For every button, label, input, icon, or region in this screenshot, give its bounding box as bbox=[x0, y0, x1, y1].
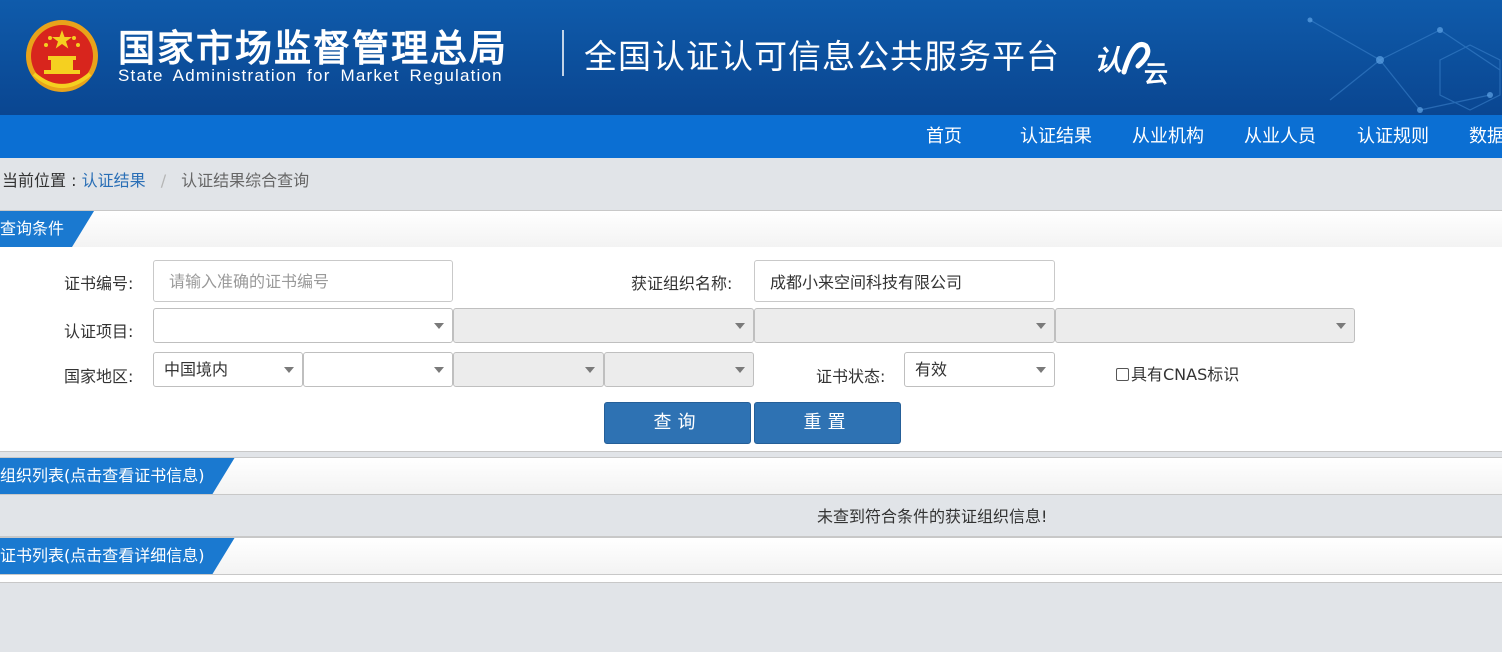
org-list-empty-row: 未查到符合条件的获证组织信息! bbox=[0, 497, 1502, 537]
cert-list-title: 证书列表(点击查看详细信息) bbox=[0, 538, 235, 574]
org-name-label: 获证组织名称: bbox=[631, 274, 733, 293]
reset-button[interactable]: 重置 bbox=[754, 402, 901, 444]
breadcrumb-separator: / bbox=[160, 171, 167, 190]
org-name-input[interactable] bbox=[754, 260, 1055, 302]
chevron-down-icon bbox=[735, 367, 745, 373]
main-nav: 首页 认证结果 从业机构 从业人员 认证规则 数据 bbox=[0, 115, 1502, 158]
chevron-down-icon bbox=[434, 323, 444, 329]
search-button[interactable]: 查询 bbox=[604, 402, 751, 444]
project-label: 认证项目: bbox=[64, 322, 134, 341]
cnas-label: 具有CNAS标识 bbox=[1131, 365, 1240, 384]
site-header: 国家市场监督管理总局 State Administration for Mark… bbox=[0, 0, 1502, 115]
chevron-down-icon bbox=[1336, 323, 1346, 329]
cert-no-input[interactable] bbox=[153, 260, 453, 302]
org-list-title: 组织列表(点击查看证书信息) bbox=[0, 458, 235, 494]
chevron-down-icon bbox=[1036, 367, 1046, 373]
org-list-empty-message: 未查到符合条件的获证组织信息! bbox=[817, 507, 1048, 526]
region-select-3[interactable] bbox=[453, 352, 604, 387]
status-select[interactable]: 有效 bbox=[904, 352, 1055, 387]
chevron-down-icon bbox=[735, 323, 745, 329]
chevron-down-icon bbox=[585, 367, 595, 373]
nav-item-personnel[interactable]: 从业人员 bbox=[1244, 115, 1316, 158]
breadcrumb-current: 认证结果综合查询 bbox=[181, 171, 310, 190]
header-divider bbox=[562, 30, 564, 76]
region-select-1-value: 中国境内 bbox=[164, 360, 229, 379]
project-select-3[interactable] bbox=[754, 308, 1055, 343]
cnas-checkbox[interactable]: 具有CNAS标识 bbox=[1116, 361, 1239, 385]
project-select-4[interactable] bbox=[1055, 308, 1355, 343]
platform-title: 全国认证认可信息公共服务平台 bbox=[584, 37, 1060, 76]
chevron-down-icon bbox=[434, 367, 444, 373]
breadcrumb-link-cert-results[interactable]: 认证结果 bbox=[82, 171, 146, 190]
project-select-1[interactable] bbox=[153, 308, 453, 343]
nav-item-institutions[interactable]: 从业机构 bbox=[1132, 115, 1204, 158]
region-select-2[interactable] bbox=[303, 352, 453, 387]
breadcrumb-prefix: 当前位置 : bbox=[2, 171, 77, 190]
org-list-header: 组织列表(点击查看证书信息) bbox=[0, 457, 1502, 495]
region-select-4[interactable] bbox=[604, 352, 754, 387]
agency-name-en: State Administration for Market Regulati… bbox=[118, 66, 503, 85]
status-label: 证书状态: bbox=[816, 367, 886, 386]
region-select-1[interactable]: 中国境内 bbox=[153, 352, 303, 387]
project-select-2[interactable] bbox=[453, 308, 754, 343]
svg-text:认: 认 bbox=[1094, 44, 1122, 77]
cert-no-label: 证书编号: bbox=[64, 274, 134, 293]
query-panel-title: 查询条件 bbox=[0, 211, 94, 247]
query-panel-header: 查询条件 bbox=[0, 210, 1502, 248]
platform-logo-icon: 认 云 bbox=[1094, 42, 1168, 86]
svg-text:云: 云 bbox=[1144, 60, 1168, 86]
nav-item-cert-results[interactable]: 认证结果 bbox=[1020, 115, 1092, 158]
cert-list-header: 证书列表(点击查看详细信息) bbox=[0, 537, 1502, 575]
checkbox-icon[interactable] bbox=[1116, 368, 1129, 381]
status-select-value: 有效 bbox=[915, 360, 948, 379]
nav-item-cert-rules[interactable]: 认证规则 bbox=[1357, 115, 1429, 158]
nav-item-home[interactable]: 首页 bbox=[926, 115, 962, 158]
cert-list-body bbox=[0, 575, 1502, 583]
nav-item-data[interactable]: 数据 bbox=[1469, 115, 1502, 158]
national-emblem-icon bbox=[26, 20, 98, 92]
region-label: 国家地区: bbox=[64, 367, 134, 386]
breadcrumb: 当前位置 : 认证结果 / 认证结果综合查询 bbox=[0, 158, 1502, 204]
agency-name-cn: 国家市场监督管理总局 bbox=[118, 27, 508, 70]
chevron-down-icon bbox=[284, 367, 294, 373]
chevron-down-icon bbox=[1036, 323, 1046, 329]
